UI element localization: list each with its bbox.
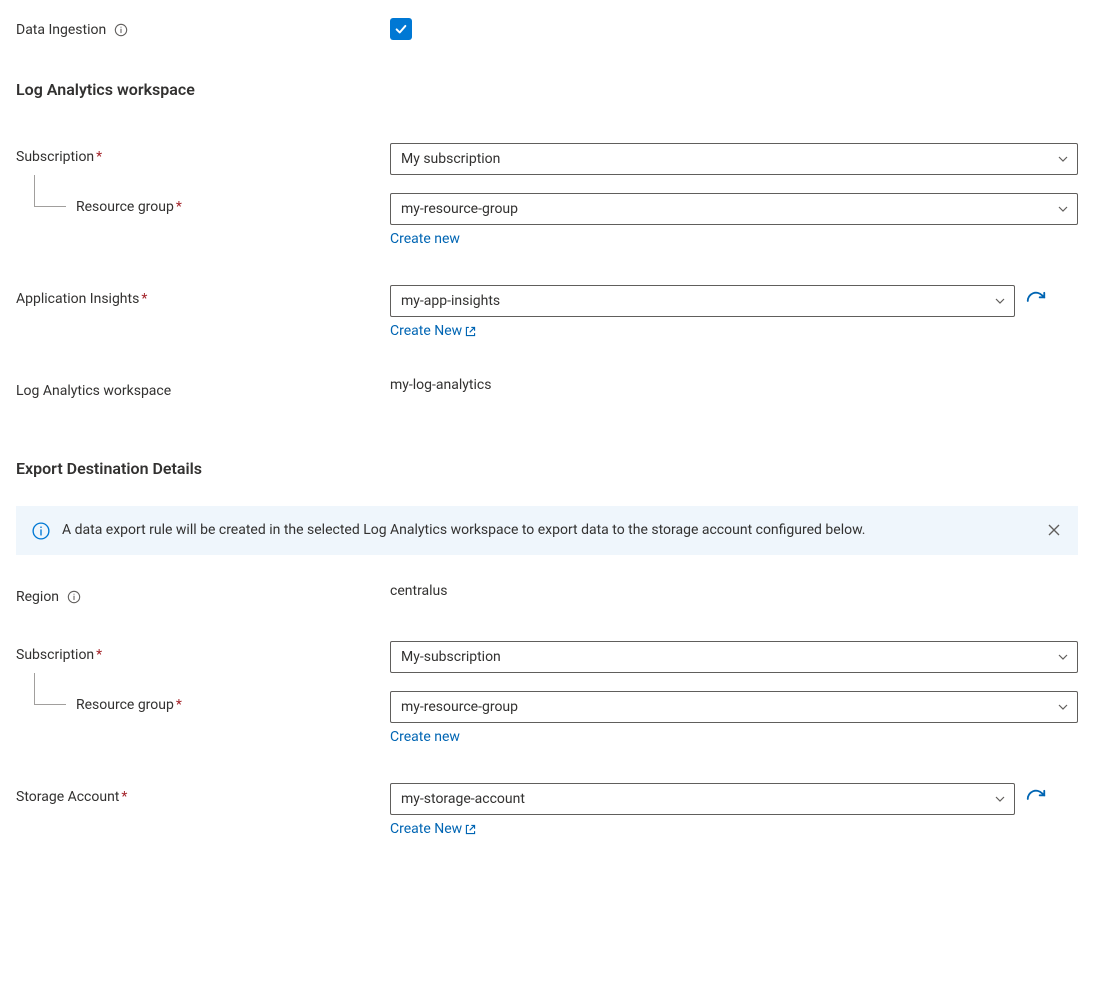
ex-rg-create-new-link[interactable]: Create new xyxy=(390,729,1078,745)
chevron-down-icon xyxy=(1057,651,1069,663)
data-ingestion-label: Data Ingestion xyxy=(16,16,390,38)
info-banner: A data export rule will be created in th… xyxy=(16,506,1078,555)
region-value: centralus xyxy=(390,583,1078,599)
app-insights-label: Application Insights* xyxy=(16,285,390,307)
banner-text: A data export rule will be created in th… xyxy=(62,520,1034,541)
chevron-down-icon xyxy=(994,295,1006,307)
data-ingestion-checkbox[interactable] xyxy=(390,18,412,40)
external-link-icon xyxy=(464,823,477,836)
app-insights-create-new-link[interactable]: Create New xyxy=(390,323,1078,339)
info-icon xyxy=(32,522,50,540)
chevron-down-icon xyxy=(1057,203,1069,215)
log-analytics-heading: Log Analytics workspace xyxy=(16,80,1078,99)
storage-create-new-link[interactable]: Create New xyxy=(390,821,1078,837)
la-rg-create-new-link[interactable]: Create new xyxy=(390,231,1078,247)
la-resource-group-label: Resource group* xyxy=(16,193,390,215)
info-icon[interactable] xyxy=(67,590,81,604)
chevron-down-icon xyxy=(1057,701,1069,713)
la-subscription-dropdown[interactable]: My subscription xyxy=(390,143,1078,175)
la-workspace-value: my-log-analytics xyxy=(390,377,1078,393)
storage-account-label: Storage Account* xyxy=(16,783,390,805)
close-icon[interactable] xyxy=(1046,522,1062,538)
external-link-icon xyxy=(464,325,477,338)
info-icon[interactable] xyxy=(114,23,128,37)
region-label: Region xyxy=(16,583,390,605)
storage-account-dropdown[interactable]: my-storage-account xyxy=(390,783,1015,815)
ex-subscription-label: Subscription* xyxy=(16,641,390,663)
chevron-down-icon xyxy=(1057,153,1069,165)
la-subscription-label: Subscription* xyxy=(16,143,390,165)
la-workspace-label: Log Analytics workspace xyxy=(16,377,390,399)
export-dest-heading: Export Destination Details xyxy=(16,459,1078,478)
app-insights-dropdown[interactable]: my-app-insights xyxy=(390,285,1015,317)
ex-resource-group-dropdown[interactable]: my-resource-group xyxy=(390,691,1078,723)
la-resource-group-dropdown[interactable]: my-resource-group xyxy=(390,193,1078,225)
chevron-down-icon xyxy=(994,793,1006,805)
ex-subscription-dropdown[interactable]: My-subscription xyxy=(390,641,1078,673)
refresh-icon[interactable] xyxy=(1025,290,1047,312)
ex-resource-group-label: Resource group* xyxy=(16,691,390,713)
refresh-icon[interactable] xyxy=(1025,788,1047,810)
